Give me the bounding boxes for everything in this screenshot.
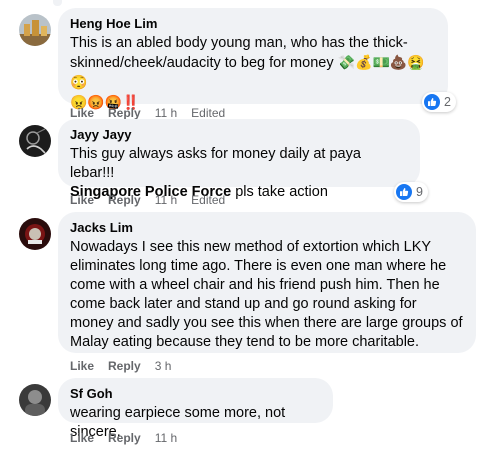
timestamp[interactable]: 11 h: [155, 193, 177, 207]
comment-line: Nowadays I see this new method of extort…: [70, 239, 432, 255]
reply-button[interactable]: Reply: [108, 431, 141, 445]
reply-button[interactable]: Reply: [108, 106, 141, 120]
comment-bubble: Heng Hoe Lim This is an abled body young…: [58, 8, 448, 110]
comment-line-text: pls take action: [231, 184, 328, 200]
comment-actions: Like Reply 11 h Edited: [70, 192, 225, 208]
comment-actions: Like Reply 3 h: [70, 358, 185, 374]
comment-line: come back later and stand up and go roun…: [70, 296, 417, 312]
timestamp[interactable]: 11 h: [155, 106, 177, 120]
like-button[interactable]: Like: [70, 193, 94, 207]
avatar-image: [19, 384, 51, 416]
avatar-image: [19, 125, 51, 157]
comment-author[interactable]: Jacks Lim: [70, 220, 464, 236]
previous-bubble-edge: [53, 0, 62, 6]
comment-line: eliminates long time ago. There is even …: [70, 258, 447, 274]
comment-author[interactable]: Sf Goh: [70, 386, 321, 402]
avatar[interactable]: [19, 125, 51, 157]
comment-text: Nowadays I see this new method of extort…: [70, 238, 464, 352]
avatar[interactable]: [19, 218, 51, 250]
comment-line: come with a wheel chair and his friend p…: [70, 277, 440, 293]
avatar-image: [19, 218, 51, 250]
comment-line: money and sadly you see this when there …: [70, 315, 463, 331]
reaction-summary[interactable]: 9: [394, 182, 428, 202]
thumbs-up-icon: [424, 94, 440, 110]
like-button[interactable]: Like: [70, 106, 94, 120]
reply-button[interactable]: Reply: [108, 359, 141, 373]
edited-label: Edited: [191, 193, 226, 207]
reaction-summary[interactable]: 2: [422, 92, 456, 112]
edited-label: Edited: [191, 106, 226, 120]
avatar-image: [19, 14, 51, 46]
avatar[interactable]: [19, 384, 51, 416]
like-button[interactable]: Like: [70, 431, 94, 445]
comment-line: skinned/cheek/audacity to beg for money …: [70, 53, 436, 93]
like-button[interactable]: Like: [70, 359, 94, 373]
comment-line-text: skinned/cheek/audacity to beg for money: [70, 55, 334, 71]
comment-bubble: Jayy Jayy This guy always asks for money…: [58, 119, 420, 200]
reaction-count: 9: [416, 185, 423, 199]
comment-line: Malay eating because they tend to be mor…: [70, 334, 420, 350]
comment-author[interactable]: Heng Hoe Lim: [70, 16, 436, 32]
comment-author[interactable]: Jayy Jayy: [70, 127, 408, 143]
comment-line: This is an abled body young man, who has…: [70, 35, 408, 51]
comment-line: This guy always asks for money daily at …: [70, 146, 361, 181]
thumbs-up-icon: [396, 184, 412, 200]
reply-button[interactable]: Reply: [108, 193, 141, 207]
avatar[interactable]: [19, 14, 51, 46]
timestamp[interactable]: 3 h: [155, 359, 172, 373]
comment-text: This is an abled body young man, who has…: [70, 34, 436, 112]
comment-actions: Like Reply 11 h: [70, 430, 191, 446]
comment-bubble: Jacks Lim Nowadays I see this new method…: [58, 212, 476, 353]
timestamp[interactable]: 11 h: [155, 431, 177, 445]
comment-bubble: Sf Goh wearing earpiece some more, not s…: [58, 378, 333, 440]
reaction-count: 2: [444, 95, 451, 109]
